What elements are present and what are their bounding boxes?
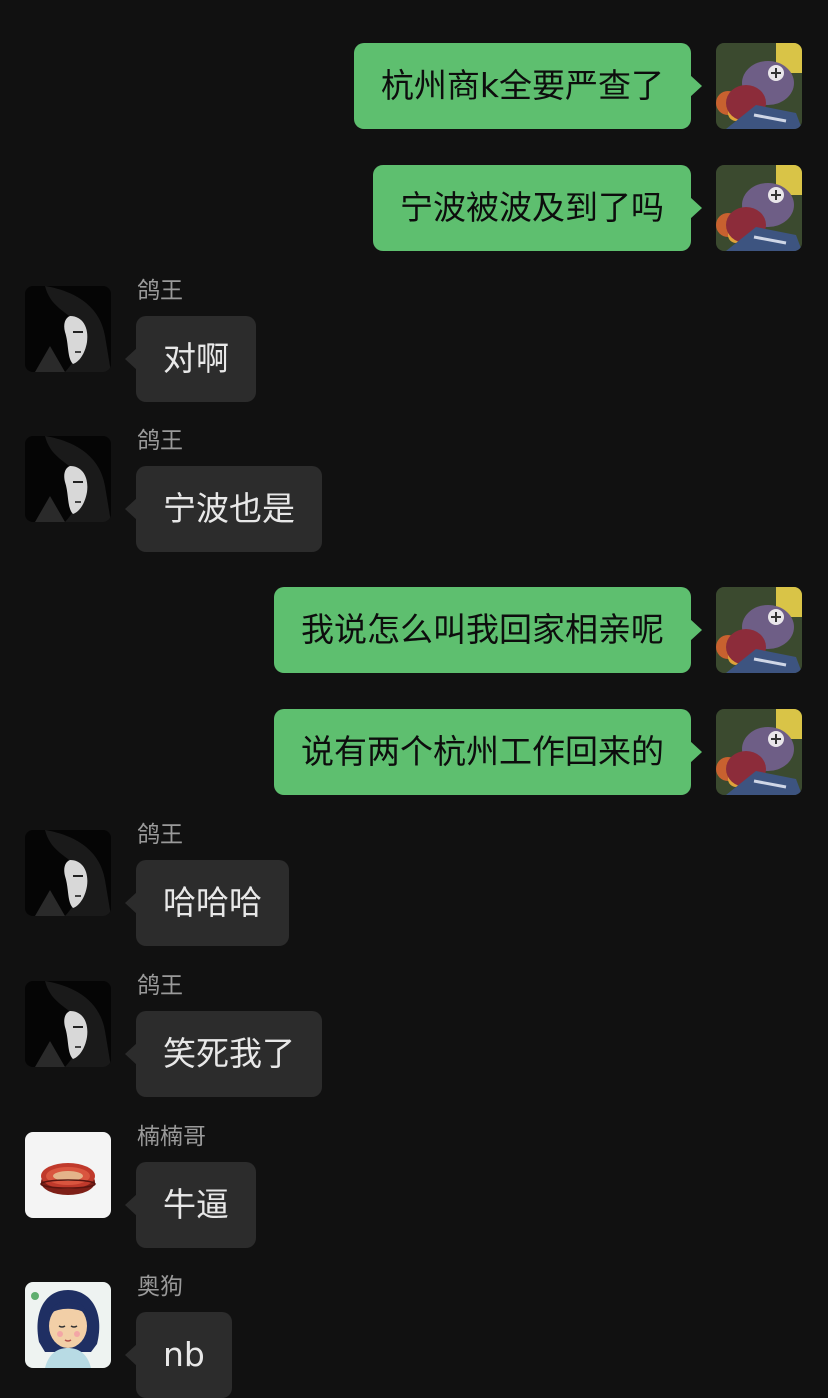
- message-bubble-outgoing[interactable]: 说有两个杭州工作回来的: [274, 709, 702, 795]
- sender-avatar[interactable]: [25, 286, 111, 372]
- sender-avatar[interactable]: [25, 436, 111, 522]
- cartoon-girl-avatar-icon: [25, 1282, 111, 1368]
- dark-portrait-avatar-icon: [25, 981, 111, 1067]
- sender-avatar[interactable]: [25, 830, 111, 916]
- sender-name: 奥狗: [137, 1274, 183, 1300]
- sender-name: 鸽王: [137, 822, 183, 848]
- message-bubble-incoming[interactable]: 笑死我了: [125, 1011, 322, 1097]
- sender-avatar[interactable]: [25, 1282, 111, 1368]
- dark-portrait-avatar-icon: [25, 286, 111, 372]
- sender-name: 鸽王: [137, 428, 183, 454]
- message-bubble-outgoing[interactable]: 我说怎么叫我回家相亲呢: [274, 587, 702, 673]
- message-bubble-incoming[interactable]: 对啊: [125, 316, 256, 402]
- message-bubble-incoming[interactable]: 牛逼: [125, 1162, 256, 1248]
- message-bubble-outgoing[interactable]: 杭州商k全要严查了: [353, 43, 703, 129]
- message-bubble-incoming[interactable]: nb: [125, 1312, 232, 1398]
- cartoon-bird-avatar-icon: [716, 709, 802, 795]
- sender-name: 楠楠哥: [137, 1124, 206, 1150]
- sender-name: 鸽王: [137, 278, 183, 304]
- sender-avatar[interactable]: [25, 1132, 111, 1218]
- cartoon-bird-avatar-icon: [716, 43, 802, 129]
- self-avatar[interactable]: [716, 587, 802, 673]
- sender-avatar[interactable]: [25, 981, 111, 1067]
- message-bubble-incoming[interactable]: 宁波也是: [125, 466, 322, 552]
- self-avatar[interactable]: [716, 709, 802, 795]
- tin-can-avatar-icon: [25, 1132, 111, 1218]
- dark-portrait-avatar-icon: [25, 436, 111, 522]
- cartoon-bird-avatar-icon: [716, 165, 802, 251]
- sender-name: 鸽王: [137, 973, 183, 999]
- message-bubble-incoming[interactable]: 哈哈哈: [125, 860, 289, 946]
- self-avatar[interactable]: [716, 165, 802, 251]
- self-avatar[interactable]: [716, 43, 802, 129]
- cartoon-bird-avatar-icon: [716, 587, 802, 673]
- dark-portrait-avatar-icon: [25, 830, 111, 916]
- chat-message-list[interactable]: 杭州商k全要严查了 宁波被波及到了吗 鸽王 对啊 鸽王 宁波也是 我说怎么叫我回…: [0, 0, 828, 1398]
- message-bubble-outgoing[interactable]: 宁波被波及到了吗: [373, 165, 702, 251]
